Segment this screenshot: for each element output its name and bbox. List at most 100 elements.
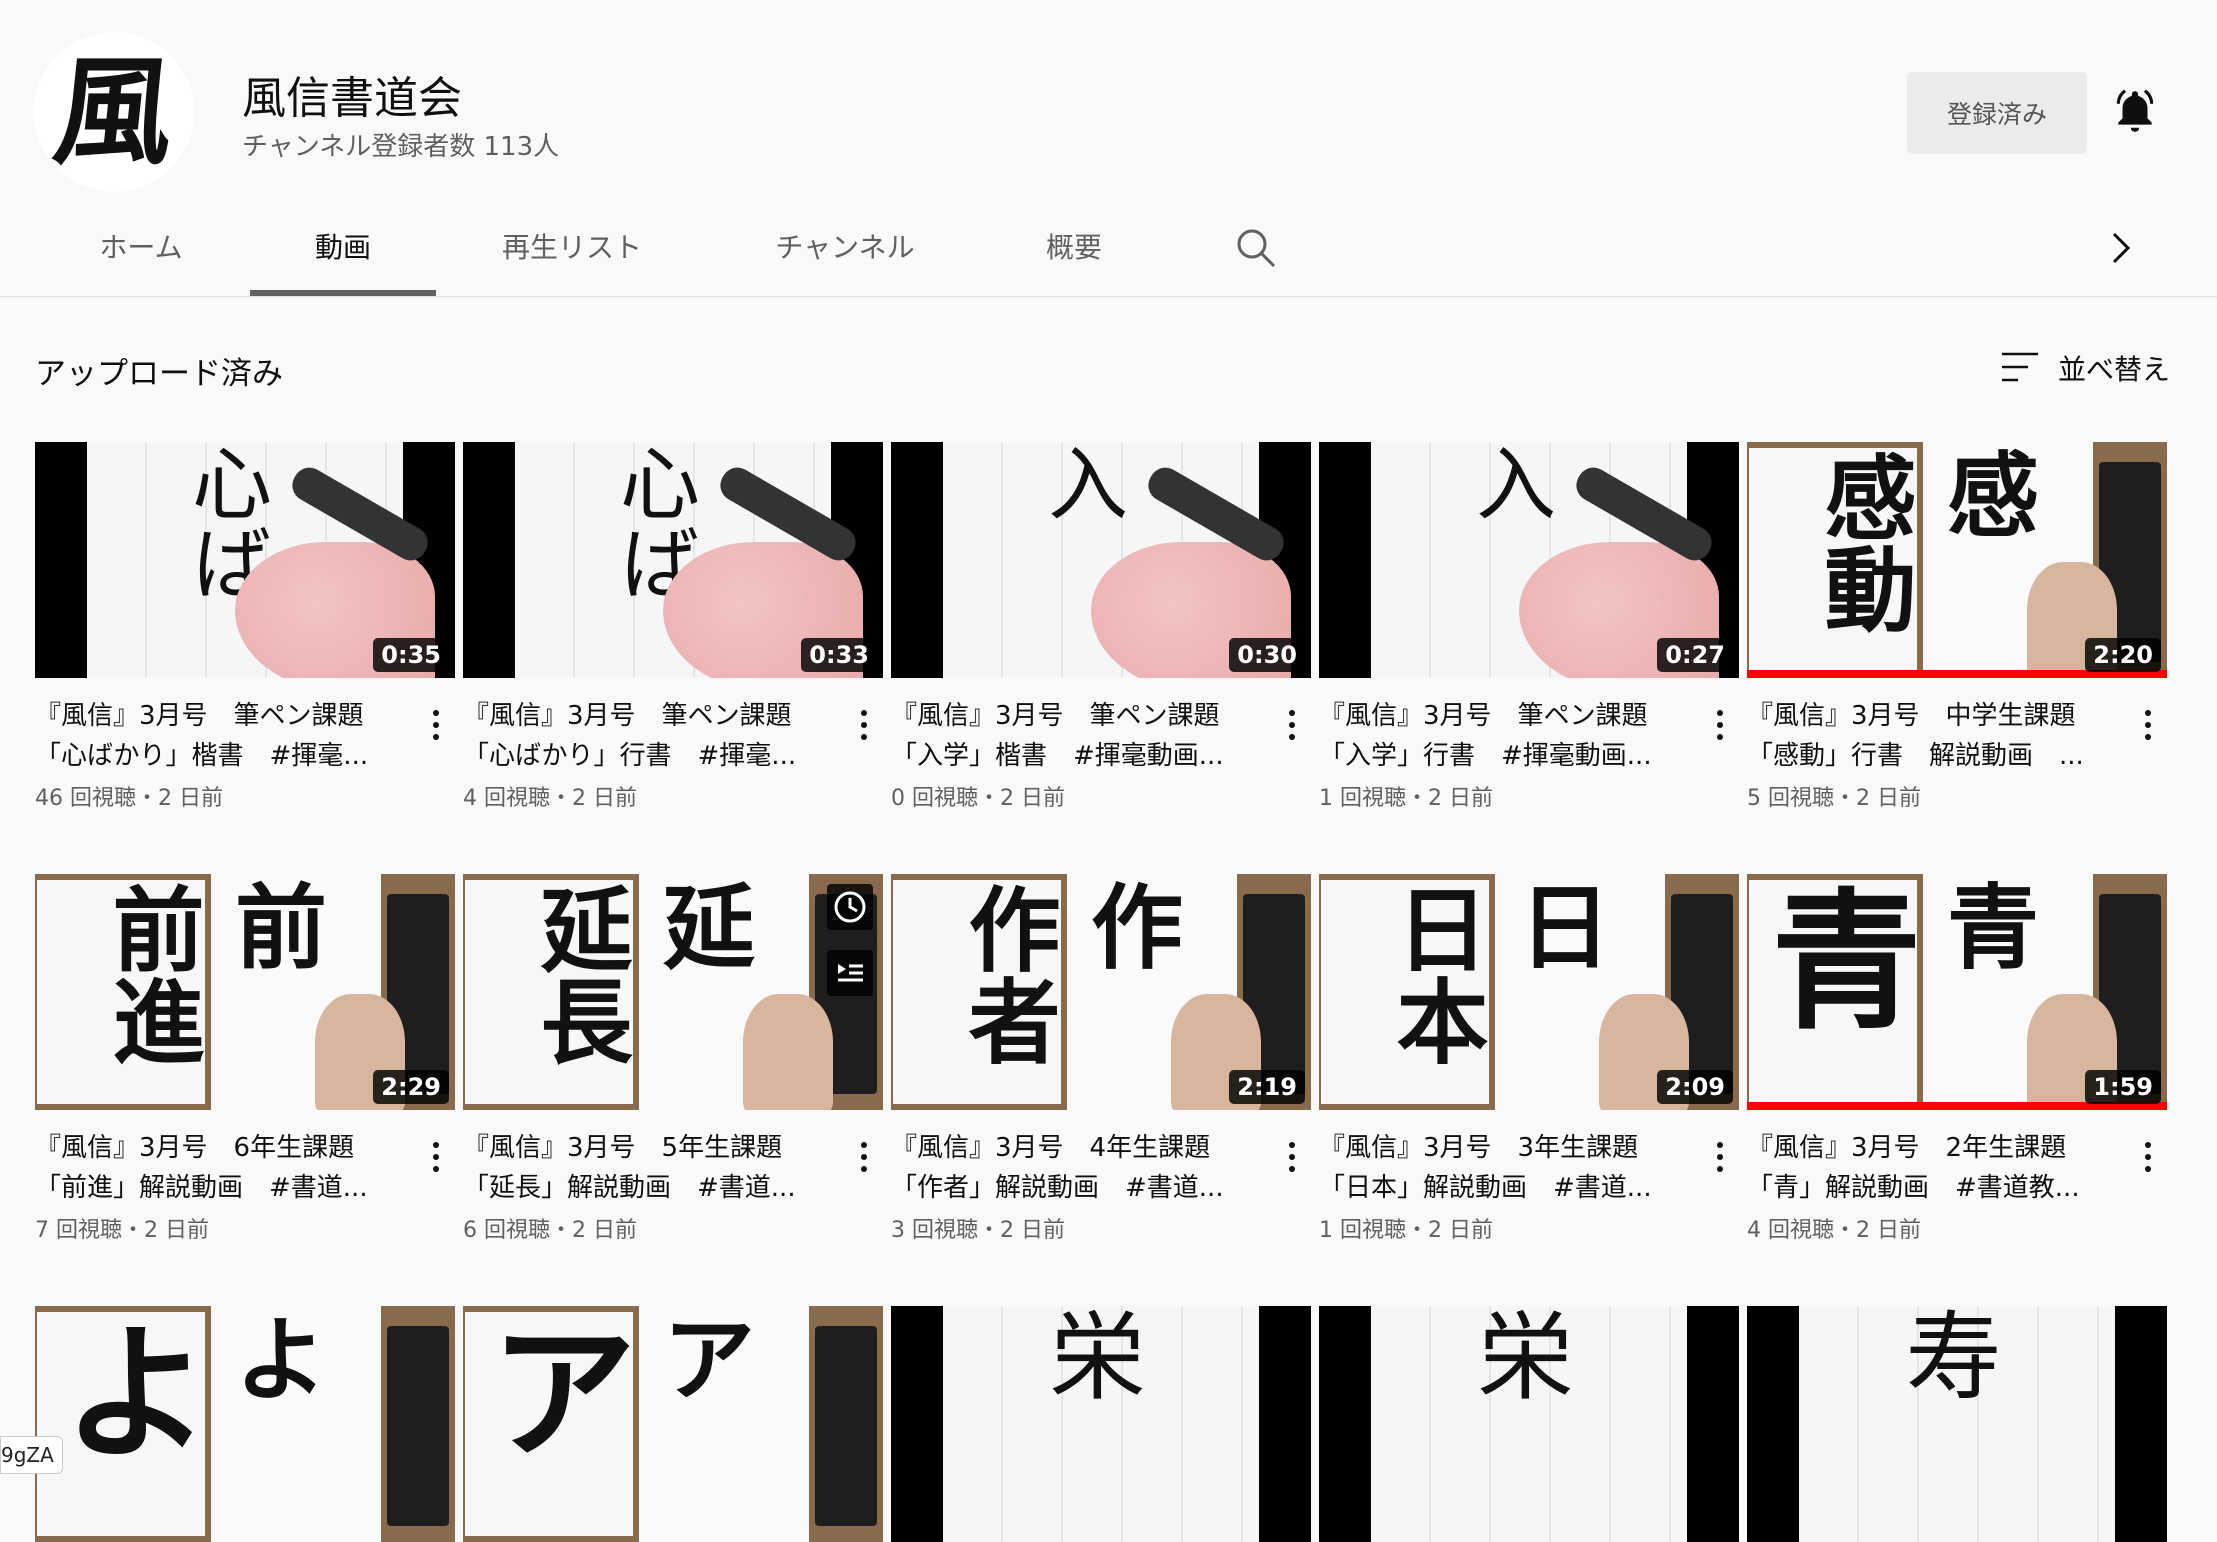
video-duration: 0:33 xyxy=(801,638,877,672)
video-card[interactable]: 前進前 2:29 『風信』3月号 6年生課題 「前進」解説動画 #書道... 7 回視聴… xyxy=(35,874,455,1243)
video-title[interactable]: 『風信』3月号 6年生課題 「前進」解説動画 #書道... xyxy=(35,1128,400,1208)
chevron-right-icon[interactable] xyxy=(2104,228,2136,268)
thumb-calligraphy-work: 作 xyxy=(1091,874,1184,982)
video-thumbnail[interactable]: アア xyxy=(463,1306,883,1542)
video-thumbnail[interactable]: 心ば 0:35 xyxy=(35,442,455,678)
more-vert-icon[interactable] xyxy=(1287,710,1297,748)
video-title-line: 「日本」解説動画 #書道... xyxy=(1319,1173,1652,1203)
channel-avatar[interactable]: 風 xyxy=(34,32,194,192)
video-card[interactable]: アア xyxy=(463,1306,883,1542)
thumb-calligraphy-model: 感動 xyxy=(1809,450,1917,634)
video-meta: 6 回視聴・2 日前 xyxy=(463,1218,637,1243)
more-vert-icon[interactable] xyxy=(431,1142,441,1180)
video-title-line: 『風信』3月号 6年生課題 xyxy=(35,1133,355,1163)
video-title-line: 「入学」楷書 #揮毫動画... xyxy=(891,741,1224,771)
more-vert-icon[interactable] xyxy=(859,1142,869,1180)
more-vert-icon[interactable] xyxy=(431,710,441,748)
thumb-calligraphy: 入 xyxy=(1463,442,1556,522)
sort-button[interactable]: 並べ替え xyxy=(2058,348,2170,388)
thumb-calligraphy-model: ア xyxy=(463,1314,638,1464)
video-meta: 1 回視聴・2 日前 xyxy=(1319,1218,1493,1243)
video-thumbnail[interactable]: 栄 xyxy=(1319,1306,1739,1542)
video-card[interactable]: 作者作 2:19 『風信』3月号 4年生課題 「作者」解説動画 #書道... 3 回視聴… xyxy=(891,874,1311,1243)
video-thumbnail[interactable]: 日本日 2:09 xyxy=(1319,874,1739,1110)
video-title-line: 「作者」解説動画 #書道... xyxy=(891,1173,1224,1203)
thumb-letterbox-left xyxy=(1319,442,1371,678)
tab-about[interactable]: 概要 xyxy=(1046,226,1102,266)
video-card[interactable]: 栄 xyxy=(1319,1306,1739,1542)
video-card[interactable]: 心ば 0:33 『風信』3月号 筆ペン課題 「心ばかり」行書 #揮毫... 4 回視聴・… xyxy=(463,442,883,811)
more-vert-icon[interactable] xyxy=(1715,710,1725,748)
video-title[interactable]: 『風信』3月号 3年生課題 「日本」解説動画 #書道... xyxy=(1319,1128,1684,1208)
more-vert-icon[interactable] xyxy=(859,710,869,748)
thumb-inkstone xyxy=(815,1326,877,1526)
video-card[interactable]: 入 0:27 『風信』3月号 筆ペン課題 「入学」行書 #揮毫動画... 1 回視聴・2… xyxy=(1319,442,1739,811)
sort-icon[interactable] xyxy=(2000,350,2040,384)
video-meta: 0 回視聴・2 日前 xyxy=(891,786,1065,811)
video-thumbnail[interactable]: よよ xyxy=(35,1306,455,1542)
video-title[interactable]: 『風信』3月号 中学生課題 「感動」行書 解説動画 ... xyxy=(1747,696,2112,776)
video-thumbnail[interactable]: 心ば 0:33 xyxy=(463,442,883,678)
video-title-line: 『風信』3月号 中学生課題 xyxy=(1747,701,2076,731)
video-thumbnail[interactable]: 寿 xyxy=(1747,1306,2167,1542)
more-vert-icon[interactable] xyxy=(2143,1142,2153,1180)
thumb-letterbox-left xyxy=(35,442,87,678)
tab-playlists[interactable]: 再生リスト xyxy=(502,226,642,266)
video-title[interactable]: 『風信』3月号 筆ペン課題 「入学」行書 #揮毫動画... xyxy=(1319,696,1684,776)
video-duration: 2:29 xyxy=(373,1070,449,1104)
video-card[interactable]: 入 0:30 『風信』3月号 筆ペン課題 「入学」楷書 #揮毫動画... 0 回視聴・2… xyxy=(891,442,1311,811)
video-meta: 5 回視聴・2 日前 xyxy=(1747,786,1921,811)
tab-videos[interactable]: 動画 xyxy=(315,226,371,266)
video-title-line: 『風信』3月号 筆ペン課題 xyxy=(463,701,792,731)
video-title-line: 「感動」行書 解説動画 ... xyxy=(1747,741,2084,771)
search-icon[interactable] xyxy=(1234,226,1278,270)
video-title[interactable]: 『風信』3月号 筆ペン課題 「心ばかり」行書 #揮毫... xyxy=(463,696,828,776)
video-card[interactable]: 感動感 2:20 『風信』3月号 中学生課題 「感動」行書 解説動画 ... 5 回視聴… xyxy=(1747,442,2167,811)
more-vert-icon[interactable] xyxy=(2143,710,2153,748)
thumb-letterbox-right xyxy=(1687,1306,1739,1542)
video-thumbnail[interactable]: 青青 1:59 xyxy=(1747,874,2167,1110)
video-duration: 0:27 xyxy=(1657,638,1733,672)
clock-icon[interactable] xyxy=(827,884,873,930)
video-card[interactable]: 栄 xyxy=(891,1306,1311,1542)
thumb-calligraphy-work: 延 xyxy=(663,874,756,982)
video-card[interactable]: 寿 xyxy=(1747,1306,2167,1542)
section-title: アップロード済み xyxy=(35,356,283,392)
subscribed-button[interactable]: 登録済み xyxy=(1907,72,2087,154)
tab-home[interactable]: ホーム xyxy=(99,226,182,266)
bell-icon[interactable] xyxy=(2110,85,2160,135)
video-thumbnail[interactable]: 入 0:30 xyxy=(891,442,1311,678)
video-thumbnail[interactable]: 感動感 2:20 xyxy=(1747,442,2167,678)
video-card[interactable]: よよ xyxy=(35,1306,455,1542)
video-thumbnail[interactable]: 入 0:27 xyxy=(1319,442,1739,678)
video-title-line: 『風信』3月号 筆ペン課題 xyxy=(891,701,1220,731)
video-title[interactable]: 『風信』3月号 4年生課題 「作者」解説動画 #書道... xyxy=(891,1128,1256,1208)
thumb-calligraphy: 栄 xyxy=(1033,1306,1145,1402)
video-title[interactable]: 『風信』3月号 筆ペン課題 「入学」楷書 #揮毫動画... xyxy=(891,696,1256,776)
thumb-letterbox-left xyxy=(891,1306,943,1542)
video-card[interactable]: 日本日 2:09 『風信』3月号 3年生課題 「日本」解説動画 #書道... 1 回視聴… xyxy=(1319,874,1739,1243)
video-thumbnail[interactable]: 作者作 2:19 xyxy=(891,874,1311,1110)
video-thumbnail[interactable]: 前進前 2:29 xyxy=(35,874,455,1110)
video-card[interactable]: 青青 1:59 『風信』3月号 2年生課題 「青」解説動画 #書道教... 4 回視聴・… xyxy=(1747,874,2167,1243)
thumb-letterbox-left xyxy=(891,442,943,678)
video-meta: 4 回視聴・2 日前 xyxy=(463,786,637,811)
video-title[interactable]: 『風信』3月号 5年生課題 「延長」解説動画 #書道... xyxy=(463,1128,828,1208)
add-to-queue-icon[interactable] xyxy=(827,950,873,996)
video-title[interactable]: 『風信』3月号 筆ペン課題 「心ばかり」楷書 #揮毫... xyxy=(35,696,400,776)
thumb-calligraphy-work: 青 xyxy=(1947,874,2040,982)
video-title-line: 『風信』3月号 2年生課題 xyxy=(1747,1133,2067,1163)
video-duration: 2:19 xyxy=(1229,1070,1305,1104)
video-thumbnail[interactable]: 栄 xyxy=(891,1306,1311,1542)
video-thumbnail[interactable]: 延長延 xyxy=(463,874,883,1110)
thumb-calligraphy-model: 延長 xyxy=(525,882,633,1066)
video-title-line: 「延長」解説動画 #書道... xyxy=(463,1173,796,1203)
video-card[interactable]: 心ば 0:35 『風信』3月号 筆ペン課題 「心ばかり」楷書 #揮毫... 46 回視聴… xyxy=(35,442,455,811)
more-vert-icon[interactable] xyxy=(1287,1142,1297,1180)
thumb-calligraphy-model: 青 xyxy=(1747,882,1922,1032)
video-title[interactable]: 『風信』3月号 2年生課題 「青」解説動画 #書道教... xyxy=(1747,1128,2112,1208)
video-card[interactable]: 延長延『風信』3月号 5年生課題 「延長」解説動画 #書道... 6 回視聴・2 日… xyxy=(463,874,883,1243)
tab-channels[interactable]: チャンネル xyxy=(775,226,914,266)
video-meta: 1 回視聴・2 日前 xyxy=(1319,786,1493,811)
more-vert-icon[interactable] xyxy=(1715,1142,1725,1180)
